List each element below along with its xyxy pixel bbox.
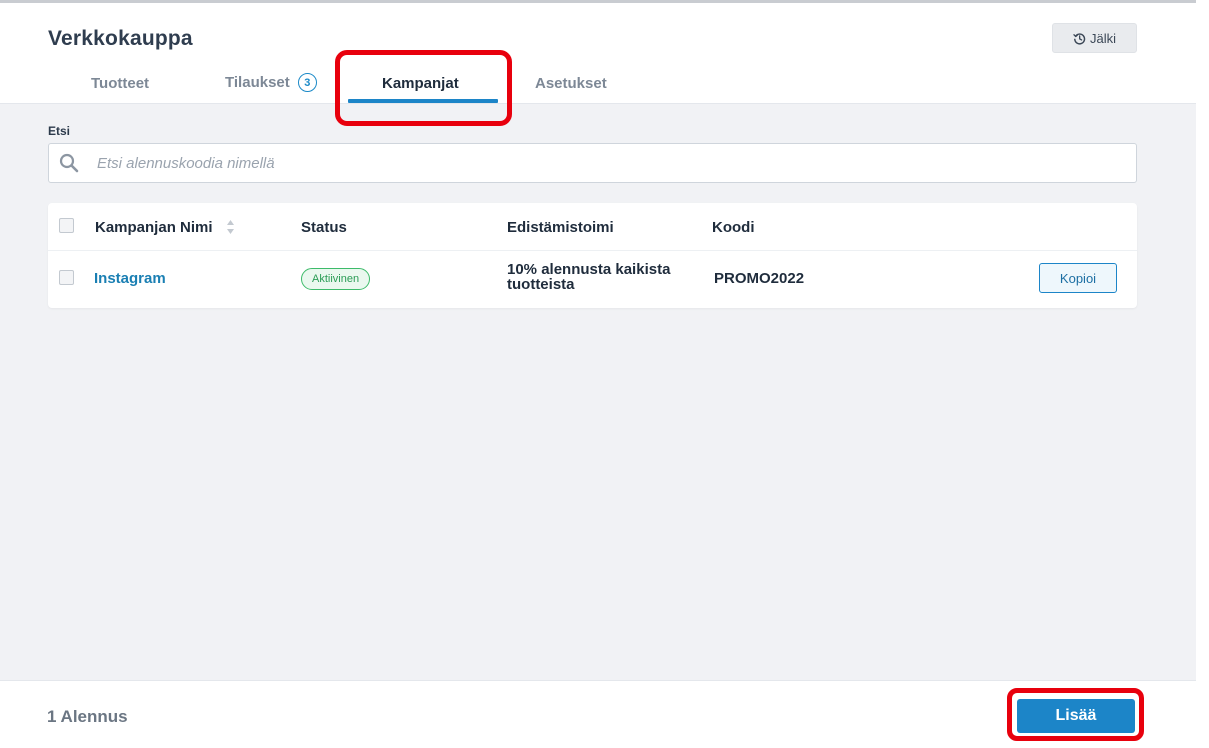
history-icon [1073,32,1086,45]
page-footer: 1 Alennus Lisää [0,680,1196,748]
search-field [48,143,1137,183]
tab-campaigns[interactable]: Kampanjat [382,75,459,92]
tab-settings[interactable]: Asetukset [535,75,607,92]
tab-orders-label: Tilaukset [225,74,290,91]
history-button-label: Jälki [1089,30,1116,46]
page-title: Verkkokauppa [48,27,193,50]
sort-icon[interactable] [226,219,235,235]
promotion-text: 10% alennusta kaikista tuotteista [507,261,671,293]
status-badge: Aktiivinen [301,268,371,290]
copy-button[interactable]: Kopioi [1039,263,1117,293]
table-header-row: Kampanjan Nimi Status Edistämistoimi Koo… [48,203,1137,251]
campaign-name-link[interactable]: Instagram [94,270,166,287]
active-tab-indicator [348,99,498,103]
column-header-name: Kampanjan Nimi [95,219,213,236]
scrollbar-gutter [1196,0,1209,748]
tab-orders[interactable]: Tilaukset 3 [225,73,317,92]
column-header-status: Status [301,219,347,236]
add-button[interactable]: Lisää [1017,699,1135,733]
select-all-checkbox[interactable] [59,218,74,233]
column-header-promotion: Edistämistoimi [507,219,614,236]
orders-count-badge: 3 [297,73,317,92]
promo-code: PROMO2022 [714,270,805,287]
search-input[interactable] [97,144,1117,182]
column-header-code: Koodi [712,219,755,236]
search-label: Etsi [48,124,71,138]
discount-count: 1 Alennus [47,707,128,726]
tab-products[interactable]: Tuotteet [91,75,149,92]
campaigns-table: Kampanjan Nimi Status Edistämistoimi Koo… [48,203,1137,308]
page-header: Verkkokauppa Jälki Tuotteet Tilaukset 3 … [0,3,1196,104]
search-icon [59,153,79,173]
history-button[interactable]: Jälki [1052,23,1137,53]
row-checkbox[interactable] [59,270,74,285]
